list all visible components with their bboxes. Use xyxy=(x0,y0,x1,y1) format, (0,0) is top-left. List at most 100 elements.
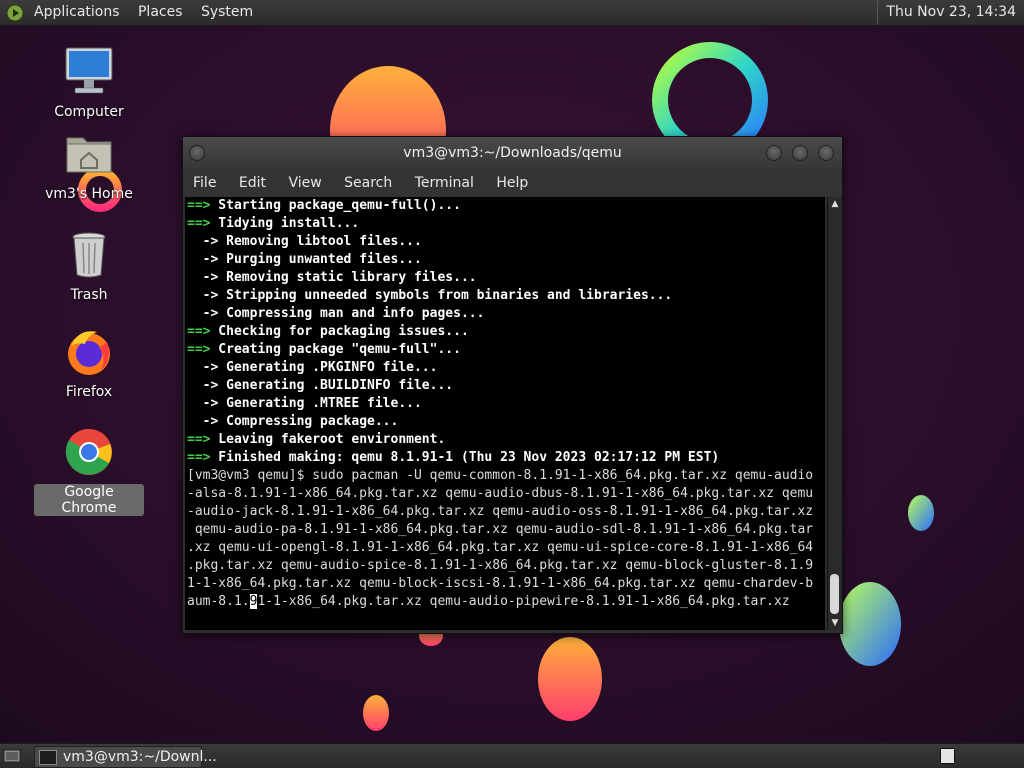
terminal-line-text: Removing libtool files... xyxy=(218,234,422,249)
system-menu[interactable]: System xyxy=(201,0,253,25)
terminal-line-text: Generating .BUILDINFO file... xyxy=(218,378,454,393)
terminal-line: -> Removing libtool files... xyxy=(185,233,825,251)
terminal-line: -> Generating .BUILDINFO file... xyxy=(185,377,825,395)
terminal-line-text: Purging unwanted files... xyxy=(218,252,422,267)
terminal-line: qemu-audio-pa-8.1.91-1-x86_64.pkg.tar.xz… xyxy=(185,521,825,539)
terminal-cursor: 9 xyxy=(249,594,258,609)
show-desktop-icon[interactable] xyxy=(3,748,21,764)
terminal-line: .xz qemu-ui-opengl-8.1.91-1-x86_64.pkg.t… xyxy=(185,539,825,557)
applications-menu[interactable]: Applications xyxy=(34,0,120,25)
minimize-button[interactable] xyxy=(766,145,782,161)
terminal-line-text: .xz qemu-ui-opengl-8.1.91-1-x86_64.pkg.t… xyxy=(187,540,814,555)
terminal-line-text: Removing static library files... xyxy=(218,270,477,285)
terminal-line: ==> Finished making: qemu 8.1.91-1 (Thu … xyxy=(185,449,825,467)
terminal-line-prefix: ==> xyxy=(187,342,211,357)
top-panel: Applications Places System Thu Nov 23, 1… xyxy=(0,0,1024,26)
chrome-icon xyxy=(63,426,115,478)
terminal-line: -> Removing static library files... xyxy=(185,269,825,287)
applications-menu-icon[interactable] xyxy=(6,4,24,22)
desktop-icon-home[interactable]: vm3's Home xyxy=(34,128,144,202)
terminal-line-text: Creating package "qemu-full"... xyxy=(210,342,461,357)
clock[interactable]: Thu Nov 23, 14:34 xyxy=(877,0,1024,25)
terminal-line-prefix: ==> xyxy=(187,198,211,213)
terminal-line-text: aum-8.1.91-1-x86_64.pkg.tar.xz qemu-audi… xyxy=(187,594,790,609)
maximize-button[interactable] xyxy=(792,145,808,161)
scroll-down-arrow-icon[interactable]: ▼ xyxy=(828,616,842,630)
desktop-icon-firefox[interactable]: Firefox xyxy=(34,326,144,400)
terminal-line-text: Checking for packaging issues... xyxy=(210,324,469,339)
desktop-icon-label: Firefox xyxy=(65,384,113,400)
top-menu: Applications Places System xyxy=(34,0,267,25)
desktop-icon-label: Google Chrome xyxy=(34,484,144,516)
desktop-icon-label: Computer xyxy=(54,104,124,120)
terminal-line-text: 1-1-x86_64.pkg.tar.xz qemu-block-iscsi-8… xyxy=(187,576,814,591)
menu-terminal[interactable]: Terminal xyxy=(415,175,474,191)
desktop-icon-computer[interactable]: Computer xyxy=(34,46,144,120)
trash-icon xyxy=(63,229,115,281)
terminal-line-prefix: ==> xyxy=(187,450,211,465)
terminal-output[interactable]: ==> Starting package_qemu-full()... ==> T… xyxy=(185,197,825,630)
terminal-window[interactable]: vm3@vm3:~/Downloads/qemu File Edit View … xyxy=(182,136,843,634)
terminal-line-text: -alsa-8.1.91-1-x86_64.pkg.tar.xz qemu-au… xyxy=(187,486,814,501)
terminal-line-prefix: -> xyxy=(187,360,219,375)
terminal-line-prefix: -> xyxy=(187,378,219,393)
terminal-line-text: .pkg.tar.xz qemu-audio-spice-8.1.91-1-x8… xyxy=(187,558,814,573)
window-menu-button[interactable] xyxy=(189,145,205,161)
terminal-line-prefix: -> xyxy=(187,234,219,249)
terminal-line: -> Stripping unneeded symbols from binar… xyxy=(185,287,825,305)
terminal-line: ==> Starting package_qemu-full()... xyxy=(185,197,825,215)
terminal-line: ==> Checking for packaging issues... xyxy=(185,323,825,341)
terminal-line-text: Leaving fakeroot environment. xyxy=(210,432,446,447)
bottom-panel: vm3@vm3:~/Downl... xyxy=(0,743,1024,768)
terminal-line-text: Starting package_qemu-full()... xyxy=(210,198,461,213)
terminal-line-prefix: ==> xyxy=(187,432,211,447)
home-folder-icon xyxy=(63,128,115,180)
terminal-line-text: Finished making: qemu 8.1.91-1 (Thu 23 N… xyxy=(210,450,720,465)
desktop-icon-trash[interactable]: Trash xyxy=(34,229,144,303)
terminal-line: ==> Leaving fakeroot environment. xyxy=(185,431,825,449)
menu-search[interactable]: Search xyxy=(344,175,392,191)
menu-help[interactable]: Help xyxy=(496,175,528,191)
desktop-icon-label: Trash xyxy=(70,287,108,303)
terminal-line: -> Compressing package... xyxy=(185,413,825,431)
terminal-icon xyxy=(39,750,57,765)
window-title: vm3@vm3:~/Downloads/qemu xyxy=(403,145,622,161)
terminal-line-text: Generating .MTREE file... xyxy=(218,396,422,411)
terminal-line-text: Stripping unneeded symbols from binaries… xyxy=(218,288,673,303)
terminal-line: -> Purging unwanted files... xyxy=(185,251,825,269)
firefox-icon xyxy=(63,326,115,378)
workspace-switcher[interactable] xyxy=(940,748,955,764)
terminal-line: -> Compressing man and info pages... xyxy=(185,305,825,323)
close-button[interactable] xyxy=(818,145,834,161)
terminal-line-prefix: ==> xyxy=(187,324,211,339)
scroll-up-arrow-icon[interactable]: ▲ xyxy=(828,197,842,211)
terminal-line-prefix: -> xyxy=(187,252,219,267)
scrollbar-thumb[interactable] xyxy=(830,574,839,614)
terminal-line-text: Tidying install... xyxy=(210,216,360,231)
terminal-line: aum-8.1.91-1-x86_64.pkg.tar.xz qemu-audi… xyxy=(185,593,825,611)
menu-view[interactable]: View xyxy=(288,175,321,191)
taskbar-window-terminal[interactable]: vm3@vm3:~/Downl... xyxy=(34,746,217,768)
terminal-line-text: -audio-jack-8.1.91-1-x86_64.pkg.tar.xz q… xyxy=(187,504,814,519)
terminal-line-text: [vm3@vm3 qemu]$ sudo pacman -U qemu-comm… xyxy=(187,468,814,483)
terminal-line: ==> Tidying install... xyxy=(185,215,825,233)
places-menu[interactable]: Places xyxy=(138,0,183,25)
menu-file[interactable]: File xyxy=(193,175,216,191)
computer-icon xyxy=(63,46,115,98)
terminal-line: 1-1-x86_64.pkg.tar.xz qemu-block-iscsi-8… xyxy=(185,575,825,593)
terminal-scrollbar[interactable]: ▲ ▼ xyxy=(827,197,842,630)
terminal-line: [vm3@vm3 qemu]$ sudo pacman -U qemu-comm… xyxy=(185,467,825,485)
taskbar-window-label: vm3@vm3:~/Downl... xyxy=(63,749,217,765)
terminal-line: ==> Creating package "qemu-full"... xyxy=(185,341,825,359)
terminal-line: -> Generating .MTREE file... xyxy=(185,395,825,413)
desktop-icon-chrome[interactable]: Google Chrome xyxy=(34,426,144,516)
terminal-line-prefix: -> xyxy=(187,414,219,429)
terminal-line-text: qemu-audio-pa-8.1.91-1-x86_64.pkg.tar.xz… xyxy=(187,522,814,537)
terminal-line: -> Generating .PKGINFO file... xyxy=(185,359,825,377)
menu-edit[interactable]: Edit xyxy=(239,175,266,191)
terminal-line-prefix: -> xyxy=(187,396,219,411)
terminal-line-prefix: -> xyxy=(187,306,219,321)
terminal-line-prefix: -> xyxy=(187,270,219,285)
window-titlebar[interactable]: vm3@vm3:~/Downloads/qemu xyxy=(183,137,842,169)
terminal-line-prefix: ==> xyxy=(187,216,211,231)
